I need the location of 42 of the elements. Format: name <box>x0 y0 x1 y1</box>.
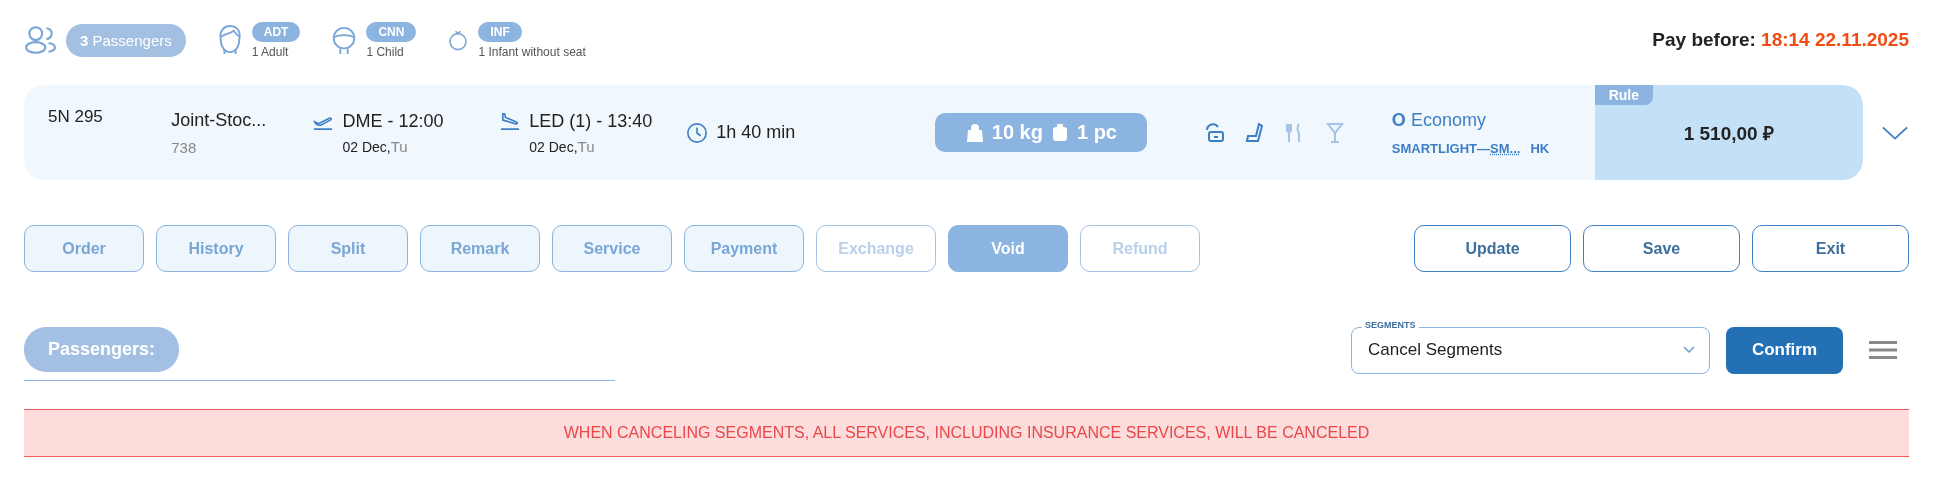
landing-icon <box>499 112 522 130</box>
tab[interactable]: Order <box>24 225 144 272</box>
menu-icon[interactable] <box>1869 340 1897 360</box>
tab[interactable]: Payment <box>684 225 804 272</box>
arrival-date: 02 Dec,Tu <box>528 137 596 155</box>
passenger-type-count: 1 Adult <box>251 44 289 59</box>
departure-info: DME - 12:00 <box>342 110 444 132</box>
passenger-type-count: 1 Child <box>366 44 404 59</box>
passenger-type-count: 1 Infant without seat <box>478 44 586 59</box>
warning-banner: WHEN CANCELING SEGMENTS, ALL SERVICES, INCLUDING INSURANCE SERVICES, WILL BE CANCELED <box>24 409 1909 457</box>
airline-name: Joint-Stoc... <box>171 109 268 131</box>
arrival-info: LED (1) - 13:40 <box>529 110 653 132</box>
chevron-down-icon[interactable] <box>1683 346 1695 354</box>
tab[interactable]: History <box>156 225 276 272</box>
departure-date: 02 Dec,Tu <box>341 137 409 155</box>
passengers-icon <box>24 24 56 56</box>
flight-number: 5N 295 <box>48 107 104 127</box>
pay-before-text: Pay before: 18:14 22.11.2025 <box>1652 29 1909 51</box>
chevron-down-icon[interactable] <box>1881 124 1909 141</box>
clock-icon <box>686 121 709 144</box>
passenger-count: 3 Passengers <box>66 23 186 57</box>
tab[interactable]: Split <box>288 225 408 272</box>
action-button[interactable]: Save <box>1583 225 1740 272</box>
baggage-badge: 10 kg 1 pc <box>934 113 1147 152</box>
action-button[interactable]: Update <box>1414 225 1571 272</box>
aircraft-type: 738 <box>171 138 198 156</box>
passenger-type-badge: INF <box>478 21 522 42</box>
tab[interactable]: Remark <box>420 225 540 272</box>
booking-class: O <box>1391 109 1406 130</box>
passengers-heading: Passengers: <box>24 327 180 372</box>
tab[interactable]: Void <box>948 225 1068 272</box>
fare-name: SMARTLIGHT—SM... <box>1391 140 1521 156</box>
passenger-type-badge: CNN <box>366 21 417 42</box>
cabin-class: Economy <box>1410 109 1486 130</box>
tab[interactable]: Service <box>552 225 672 272</box>
price-amount: 1 510,00 ₽ <box>1683 121 1774 146</box>
rule-link[interactable]: Rule <box>1594 85 1653 105</box>
booking-status: HK <box>1530 140 1550 156</box>
confirm-button[interactable]: Confirm <box>1726 326 1843 374</box>
flight-duration: 1h 40 min <box>716 122 796 143</box>
action-button[interactable]: Exit <box>1752 225 1909 272</box>
passenger-type-badge: ADT <box>251 21 301 42</box>
